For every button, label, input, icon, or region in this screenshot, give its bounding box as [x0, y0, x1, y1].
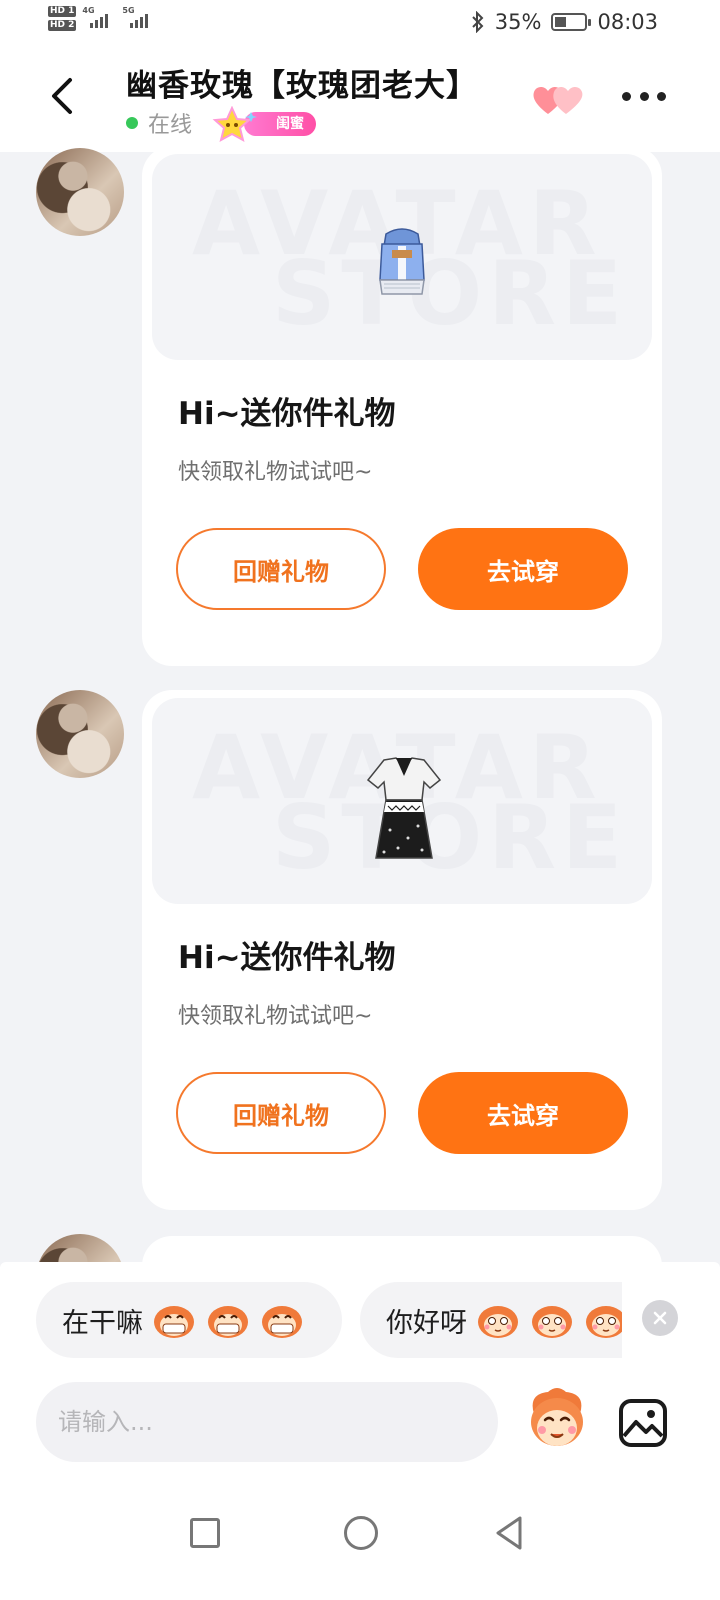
gift-subtitle: 快领取礼物试试吧~ — [178, 1004, 373, 1029]
intimacy-hearts-icon[interactable] — [530, 80, 586, 120]
status-bar: HD 1 HD 2 4G 5G 35% 08:03 — [0, 0, 720, 48]
watermark-store: STORE — [272, 786, 629, 889]
gift-message-card: AVATAR STORE Hi~送你件礼物 快领取礼物试试吧~ 回赠礼物 去试穿 — [142, 146, 662, 666]
gift-title: Hi~送你件礼物 — [178, 940, 396, 976]
sender-avatar[interactable] — [36, 148, 124, 236]
sticker-monkey-icon[interactable] — [524, 1384, 590, 1454]
signal-5g-icon: 5G — [122, 6, 156, 32]
contact-status: 在线 闺蜜 — [126, 106, 318, 142]
network-indicators: HD 1 HD 2 4G 5G — [48, 6, 156, 32]
system-status: 35% 08:03 — [471, 10, 658, 34]
quick-reply-chip[interactable]: 你好呀 — [360, 1282, 622, 1358]
grinning-monkey-emoji-icon — [208, 1306, 248, 1338]
battery-icon — [551, 13, 592, 31]
grinning-monkey-emoji-icon — [154, 1306, 194, 1338]
relationship-badge[interactable]: 闺蜜 — [206, 106, 318, 142]
contact-name: 幽香玫瑰【玫瑰团老大】 — [126, 68, 478, 104]
online-status-text: 在线 — [148, 113, 193, 138]
message-input[interactable] — [36, 1382, 498, 1462]
return-gift-button[interactable]: 回赠礼物 — [176, 1072, 386, 1154]
system-navigation-bar — [0, 1488, 720, 1600]
grinning-monkey-emoji-icon — [262, 1306, 302, 1338]
recent-apps-icon[interactable] — [190, 1518, 220, 1548]
try-on-button[interactable]: 去试穿 — [418, 528, 628, 610]
home-icon[interactable] — [344, 1516, 378, 1550]
more-options-icon[interactable] — [622, 86, 666, 106]
blushing-monkey-emoji-icon — [478, 1306, 518, 1338]
nav-back-triangle-icon[interactable] — [494, 1514, 524, 1552]
back-arrow-icon[interactable] — [44, 74, 84, 118]
close-quick-replies-icon[interactable] — [642, 1300, 678, 1336]
clock: 08:03 — [597, 10, 658, 34]
blushing-monkey-emoji-icon — [532, 1306, 572, 1338]
blue-jacket-icon — [379, 228, 425, 295]
watermark-store: STORE — [272, 242, 629, 345]
gift-preview[interactable]: AVATAR STORE — [152, 698, 652, 904]
try-on-button[interactable]: 去试穿 — [418, 1072, 628, 1154]
gift-subtitle: 快领取礼物试试吧~ — [178, 460, 373, 485]
bluetooth-icon — [472, 11, 484, 33]
online-dot-icon — [126, 117, 138, 129]
dress-icon — [366, 757, 442, 859]
quick-reply-text: 你好呀 — [386, 1307, 467, 1339]
sender-avatar[interactable] — [36, 690, 124, 778]
quick-reply-text: 在干嘛 — [62, 1307, 143, 1339]
battery-percent: 35% — [494, 10, 542, 34]
signal-4g-icon: 4G — [82, 6, 116, 32]
blushing-monkey-emoji-icon — [586, 1306, 622, 1338]
hd2-badge: HD 2 — [48, 20, 77, 31]
star-icon — [212, 106, 258, 142]
hd1-badge: HD 1 — [48, 6, 77, 17]
gift-title: Hi~送你件礼物 — [178, 396, 396, 432]
chat-header: 幽香玫瑰【玫瑰团老大】 在线 闺蜜 — [0, 48, 720, 152]
gift-preview[interactable]: AVATAR STORE — [152, 154, 652, 360]
quick-reply-chip[interactable]: 在干嘛 — [36, 1282, 342, 1358]
hd-badges: HD 1 HD 2 — [48, 6, 77, 31]
gift-message-card: AVATAR STORE Hi~送你件礼物 快领取礼物试试吧~ 回赠礼物 去试穿 — [142, 690, 662, 1210]
return-gift-button[interactable]: 回赠礼物 — [176, 528, 386, 610]
image-picker-icon[interactable] — [618, 1398, 668, 1448]
